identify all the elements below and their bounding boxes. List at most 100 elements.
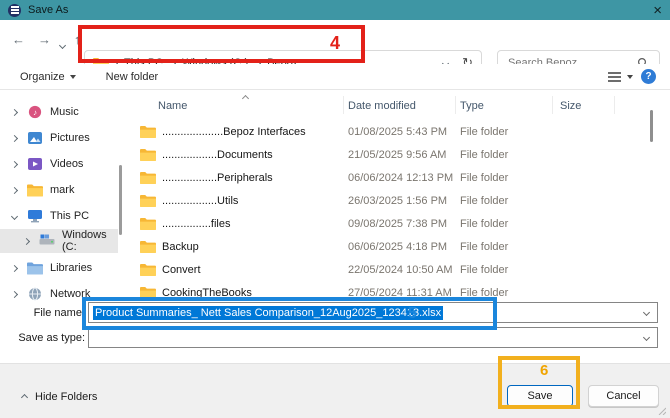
computer-icon (27, 209, 43, 223)
expand-icon[interactable] (11, 290, 18, 297)
file-name-dropdown-icon[interactable] (643, 309, 650, 316)
recent-locations-icon[interactable] (60, 36, 65, 51)
date-modified: 01/08/2025 5:43 PM (348, 126, 460, 138)
sidebar-item-windows-c[interactable]: Windows (C: (0, 229, 118, 253)
file-type: File folder (460, 149, 560, 161)
file-name-input[interactable]: Product Summaries_ Nett Sales Comparison… (88, 302, 658, 323)
sidebar-item-label: Windows (C: (62, 229, 118, 253)
folder-name: ....................Bepoz Interfaces (162, 126, 348, 138)
sidebar-item-label: Music (50, 106, 79, 118)
expand-icon[interactable] (11, 134, 18, 141)
new-folder-label: New folder (106, 71, 159, 83)
expand-icon[interactable] (11, 186, 18, 193)
sidebar-item-label: Pictures (50, 132, 90, 144)
folder-row[interactable]: Backup 06/06/2025 4:18 PM File folder (130, 235, 660, 258)
cancel-button[interactable]: Cancel (588, 385, 659, 407)
folder-name: ..................Documents (162, 149, 348, 161)
file-name-value: Product Summaries_ Nett Sales Comparison… (93, 306, 443, 320)
sidebar-item-label: This PC (50, 210, 89, 222)
hide-folders-chevron-icon (21, 393, 28, 400)
list-view-icon (608, 72, 621, 82)
hide-folders-button[interactable]: Hide Folders (22, 391, 97, 403)
column-header-size[interactable]: Size (560, 100, 618, 112)
folder-icon (140, 217, 156, 230)
folder-icon (140, 148, 156, 161)
sidebar-item-libraries[interactable]: Libraries (0, 256, 118, 280)
sidebar-item-videos[interactable]: Videos (0, 152, 118, 176)
folder-name: Convert (162, 264, 348, 276)
save-as-type-label: Save as type: (5, 332, 85, 344)
file-type: File folder (460, 172, 560, 184)
folder-icon (140, 286, 156, 299)
save-as-type-select[interactable] (88, 327, 658, 348)
expand-icon[interactable] (11, 264, 18, 271)
sidebar-item-label: Videos (50, 158, 83, 170)
file-name-label: File name: (5, 307, 85, 319)
sidebar-item-pictures[interactable]: Pictures (0, 126, 118, 150)
folder-row[interactable]: ..................Peripherals 06/06/2024… (130, 166, 660, 189)
collapse-icon[interactable] (11, 212, 18, 219)
folder-icon (140, 171, 156, 184)
expand-icon[interactable] (23, 237, 30, 244)
expand-icon[interactable] (11, 160, 18, 167)
file-list: ....................Bepoz Interfaces 01/… (130, 120, 660, 304)
drive-icon (39, 234, 55, 248)
folder-name: ..................Utils (162, 195, 348, 207)
forward-icon[interactable]: → (38, 32, 51, 47)
close-icon[interactable]: × (653, 3, 662, 18)
folder-icon (27, 183, 43, 197)
column-header-name[interactable]: Name (158, 100, 348, 112)
column-divider[interactable] (343, 96, 344, 114)
column-header-type[interactable]: Type (460, 100, 560, 112)
file-type: File folder (460, 218, 560, 230)
folder-icon (140, 240, 156, 253)
column-header-date-modified[interactable]: Date modified (348, 100, 460, 112)
organize-caret-icon (70, 75, 76, 79)
organize-button[interactable]: Organize (20, 71, 76, 83)
title-bar: Save As × (0, 0, 670, 20)
folder-row[interactable]: CookingTheBooks 27/05/2024 11:31 AM File… (130, 281, 660, 304)
folder-name: CookingTheBooks (162, 287, 348, 299)
column-headers: Name Date modified Type Size (130, 96, 660, 116)
back-icon[interactable]: ← (12, 32, 25, 47)
file-list-scrollbar[interactable] (650, 110, 653, 142)
videos-icon (27, 157, 43, 171)
folder-row[interactable]: Convert 22/05/2024 10:50 AM File folder (130, 258, 660, 281)
view-toggle-button[interactable] (608, 72, 633, 82)
folder-name: ..................Peripherals (162, 172, 348, 184)
command-toolbar: Organize New folder ? (0, 64, 670, 90)
column-divider[interactable] (552, 96, 553, 114)
save-button[interactable]: Save (507, 385, 573, 407)
help-icon: ? (641, 69, 656, 84)
sidebar-item-this-pc[interactable]: This PC (0, 204, 118, 228)
expand-icon[interactable] (11, 108, 18, 115)
sidebar-scrollbar[interactable] (119, 165, 122, 235)
file-type: File folder (460, 195, 560, 207)
date-modified: 09/08/2025 7:38 PM (348, 218, 460, 230)
sidebar-item-mark[interactable]: mark (0, 178, 118, 202)
music-icon: ♪ (27, 105, 43, 119)
folder-icon (140, 263, 156, 276)
column-divider[interactable] (614, 96, 615, 114)
folder-row[interactable]: ..................Utils 26/03/2025 1:56 … (130, 189, 660, 212)
sidebar-item-label: mark (50, 184, 74, 196)
save-as-dialog: Save As × ← → ↑ This PC Windows (C:) Bep… (0, 0, 670, 418)
new-folder-button[interactable]: New folder (106, 71, 159, 83)
folder-icon (140, 194, 156, 207)
folder-row[interactable]: ................files 09/08/2025 7:38 PM… (130, 212, 660, 235)
up-icon[interactable]: ↑ (74, 32, 81, 47)
folder-row[interactable]: ..................Documents 21/05/2025 9… (130, 143, 660, 166)
date-modified: 06/06/2025 4:18 PM (348, 241, 460, 253)
help-button[interactable]: ? (641, 69, 656, 84)
resize-grip[interactable] (658, 407, 666, 415)
column-divider[interactable] (455, 96, 456, 114)
organize-label: Organize (20, 71, 65, 83)
save-as-type-dropdown-icon[interactable] (643, 334, 650, 341)
svg-text:♪: ♪ (33, 108, 37, 117)
network-icon (27, 287, 43, 301)
file-type: File folder (460, 241, 560, 253)
folder-row[interactable]: ....................Bepoz Interfaces 01/… (130, 120, 660, 143)
date-modified: 26/03/2025 1:56 PM (348, 195, 460, 207)
date-modified: 22/05/2024 10:50 AM (348, 264, 460, 276)
sidebar-item-music[interactable]: ♪ Music (0, 100, 118, 124)
